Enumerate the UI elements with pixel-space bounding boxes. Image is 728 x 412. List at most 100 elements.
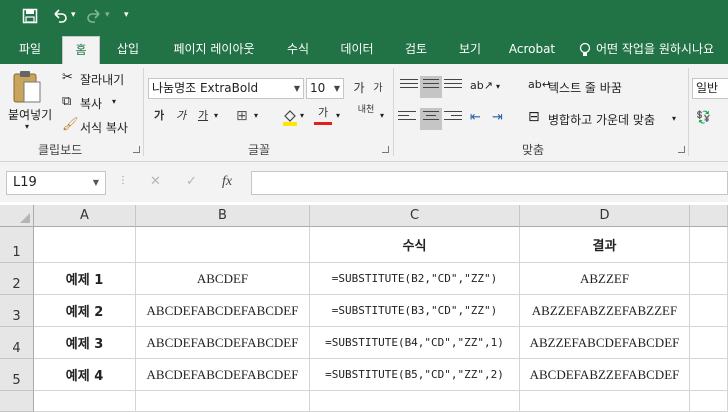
insert-function-icon[interactable]: fx xyxy=(222,174,232,190)
orientation-dropdown-icon[interactable]: ▾ xyxy=(496,82,500,91)
number-format-select[interactable]: 일반 xyxy=(692,78,728,99)
paste-icon[interactable] xyxy=(12,70,42,107)
copy-icon[interactable]: ⧉ xyxy=(62,94,71,109)
merge-dropdown-icon[interactable]: ▾ xyxy=(672,114,676,123)
phonetic-button[interactable]: 내천 xyxy=(356,104,376,126)
cell-b1[interactable] xyxy=(136,227,310,263)
cell-e3[interactable] xyxy=(690,295,728,327)
cut-button[interactable]: 잘라내기 xyxy=(80,71,124,88)
fill-color-icon[interactable] xyxy=(282,108,298,129)
row-header-6[interactable] xyxy=(0,391,34,412)
shrink-font-button[interactable]: 가 xyxy=(370,79,386,101)
tab-view[interactable]: 보기 xyxy=(452,36,488,64)
cell-d5[interactable]: ABCDEFABZZEFABCDEF xyxy=(520,359,690,391)
cell-a1[interactable] xyxy=(34,227,136,263)
decrease-indent-icon[interactable]: ⇤ xyxy=(470,110,481,125)
row-header-1[interactable]: 1 xyxy=(0,227,34,263)
cell-c5[interactable]: =SUBSTITUTE(B5,"CD","ZZ",2) xyxy=(310,359,520,391)
cell-d2[interactable]: ABZZEF xyxy=(520,263,690,295)
tab-acrobat[interactable]: Acrobat xyxy=(504,36,560,64)
merge-center-button[interactable]: 병합하고 가운데 맞춤 xyxy=(548,111,655,128)
grow-font-button[interactable]: 가 xyxy=(350,78,368,100)
formula-input[interactable] xyxy=(251,171,728,195)
row-header-2[interactable]: 2 xyxy=(0,263,34,295)
column-header-e[interactable] xyxy=(690,205,728,227)
italic-button[interactable]: 가 xyxy=(172,106,190,128)
column-header-b[interactable]: B xyxy=(136,205,310,227)
align-left-button[interactable] xyxy=(398,108,416,130)
copy-button[interactable]: 복사 xyxy=(80,95,102,112)
name-box[interactable]: L19 ▼ xyxy=(6,171,106,195)
bold-button[interactable]: 가 xyxy=(150,106,168,128)
tab-page-layout[interactable]: 페이지 레이아웃 xyxy=(162,36,266,64)
cell-c1[interactable]: 수식 xyxy=(310,227,520,263)
undo-icon[interactable] xyxy=(52,8,68,28)
cell-e5[interactable] xyxy=(690,359,728,391)
align-middle-button[interactable] xyxy=(420,76,442,98)
row-header-5[interactable]: 5 xyxy=(0,359,34,391)
cell-a4[interactable]: 예제 3 xyxy=(34,327,136,359)
cell-a3[interactable]: 예제 2 xyxy=(34,295,136,327)
row-header-4[interactable]: 4 xyxy=(0,327,34,359)
tab-data[interactable]: 데이터 xyxy=(334,36,380,64)
merge-center-icon[interactable]: ⊟ xyxy=(528,109,540,125)
cell-e1[interactable] xyxy=(690,227,728,263)
font-name-select[interactable]: 나눔명조 ExtraBold ▼ xyxy=(148,78,304,99)
underline-dropdown-icon[interactable]: ▾ xyxy=(214,111,218,120)
cell-b3[interactable]: ABCDEFABCDEFABCDEF xyxy=(136,295,310,327)
cell-d1[interactable]: 결과 xyxy=(520,227,690,263)
cell-d4[interactable]: ABZZEFABCDEFABCDEF xyxy=(520,327,690,359)
cell-a6[interactable] xyxy=(34,391,136,412)
tab-insert[interactable]: 삽입 xyxy=(110,36,146,64)
border-icon[interactable]: ⊞ xyxy=(236,108,248,124)
wrap-text-button[interactable]: 텍스트 줄 바꿈 xyxy=(548,79,622,96)
tab-review[interactable]: 검토 xyxy=(398,36,434,64)
cell-d6[interactable] xyxy=(520,391,690,412)
cell-b2[interactable]: ABCDEF xyxy=(136,263,310,295)
cell-c6[interactable] xyxy=(310,391,520,412)
column-header-a[interactable]: A xyxy=(34,205,136,227)
format-painter-icon[interactable]: 🖌 xyxy=(62,117,79,132)
align-right-button[interactable] xyxy=(444,108,462,130)
select-all-button[interactable] xyxy=(0,205,34,227)
paste-button[interactable]: 붙여넣기 xyxy=(8,106,52,123)
customize-icon[interactable]: ▾ xyxy=(124,10,129,20)
increase-indent-icon[interactable]: ⇥ xyxy=(492,110,503,125)
cell-c3[interactable]: =SUBSTITUTE(B3,"CD","ZZ") xyxy=(310,295,520,327)
tab-home[interactable]: 홈 xyxy=(62,36,100,64)
more-options-icon[interactable]: ⋮ xyxy=(118,175,128,186)
cell-a2[interactable]: 예제 1 xyxy=(34,263,136,295)
align-bottom-button[interactable] xyxy=(444,76,462,98)
phonetic-dropdown-icon[interactable]: ▾ xyxy=(380,111,384,120)
row-header-3[interactable]: 3 xyxy=(0,295,34,327)
cell-c4[interactable]: =SUBSTITUTE(B4,"CD","ZZ",1) xyxy=(310,327,520,359)
orientation-icon[interactable]: ab↗ xyxy=(470,79,493,92)
tab-file[interactable]: 파일 xyxy=(12,36,48,64)
cell-e4[interactable] xyxy=(690,327,728,359)
cell-d3[interactable]: ABZZEFABZZEFABZZEF xyxy=(520,295,690,327)
align-top-button[interactable] xyxy=(400,76,418,98)
currency-format-icon[interactable]: 💱 xyxy=(696,110,711,124)
paste-dropdown-icon[interactable]: ▾ xyxy=(25,122,29,131)
undo-dropdown-icon[interactable]: ▾ xyxy=(71,10,76,20)
tab-formulas[interactable]: 수식 xyxy=(280,36,316,64)
align-center-button[interactable] xyxy=(420,108,442,130)
clipboard-launcher-icon[interactable] xyxy=(133,146,140,153)
alignment-launcher-icon[interactable] xyxy=(678,146,685,153)
cell-e2[interactable] xyxy=(690,263,728,295)
cell-e6[interactable] xyxy=(690,391,728,412)
border-dropdown-icon[interactable]: ▾ xyxy=(254,111,258,120)
column-header-c[interactable]: C xyxy=(310,205,520,227)
fill-color-dropdown-icon[interactable]: ▾ xyxy=(300,111,304,120)
underline-button[interactable]: 가 xyxy=(194,106,212,128)
tell-me-search[interactable]: 어떤 작업을 원하시나요 xyxy=(596,36,728,64)
copy-dropdown-icon[interactable]: ▾ xyxy=(112,97,116,106)
cell-b4[interactable]: ABCDEFABCDEFABCDEF xyxy=(136,327,310,359)
save-icon[interactable] xyxy=(22,8,38,28)
cell-b6[interactable] xyxy=(136,391,310,412)
font-launcher-icon[interactable] xyxy=(382,146,389,153)
cell-a5[interactable]: 예제 4 xyxy=(34,359,136,391)
font-color-dropdown-icon[interactable]: ▾ xyxy=(336,111,340,120)
cut-icon[interactable]: ✂ xyxy=(62,70,73,85)
column-header-d[interactable]: D xyxy=(520,205,690,227)
